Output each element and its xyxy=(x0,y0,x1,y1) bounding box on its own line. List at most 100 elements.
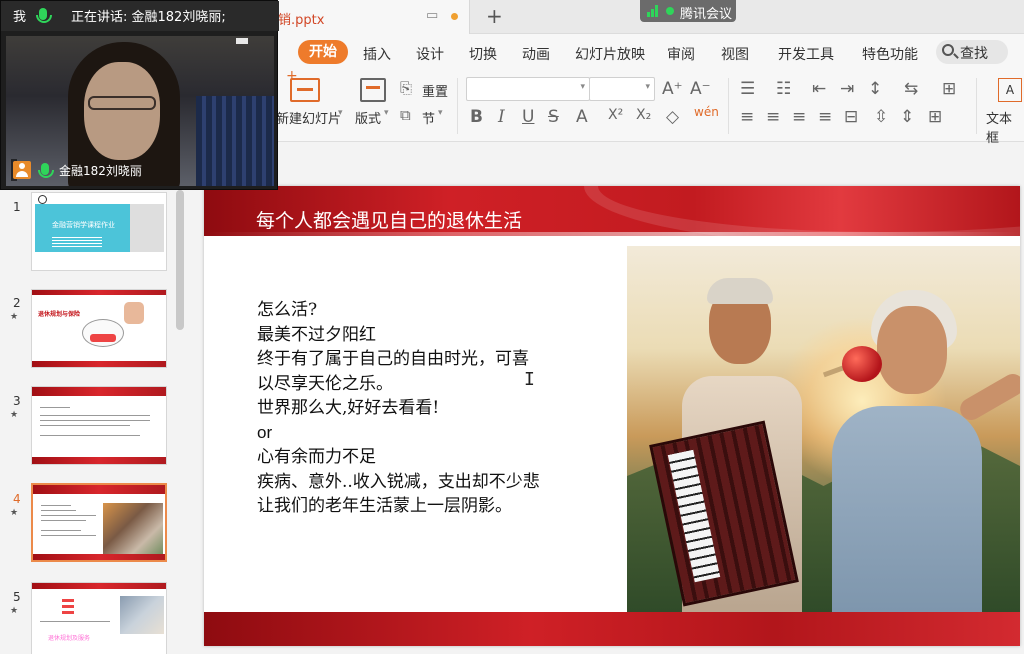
tab-review[interactable]: 审阅 xyxy=(667,44,695,64)
font-family-select[interactable]: ▾ xyxy=(466,77,590,101)
new-tab-button[interactable]: + xyxy=(486,4,503,28)
tab-home[interactable]: 开始 xyxy=(298,40,348,64)
thumb-text-line xyxy=(41,505,71,506)
subscript-icon[interactable]: X₂ xyxy=(636,107,651,123)
slide-title[interactable]: 每个人都会遇见自己的退休生活 xyxy=(256,206,522,233)
layout-button[interactable]: 版式 xyxy=(355,108,381,127)
bold-icon[interactable]: B xyxy=(470,107,483,127)
thumb-highlight xyxy=(62,599,74,602)
thumb-text-line xyxy=(40,415,150,416)
textbox-icon[interactable]: A xyxy=(998,78,1022,102)
thumb-hand-image xyxy=(124,302,144,324)
new-slide-button[interactable]: 新建幻灯片 xyxy=(276,108,341,127)
slide-thumbnail-4[interactable] xyxy=(31,483,167,562)
layout-dropdown-icon[interactable]: ▾ xyxy=(384,108,389,118)
thumb-text-line xyxy=(40,621,110,622)
align-left-icon[interactable]: ≡ xyxy=(740,107,754,127)
paragraph-spacing-icon[interactable]: ⇕ xyxy=(900,107,914,127)
participant-name: 金融182刘晓丽 xyxy=(59,164,142,178)
font-color-icon[interactable]: A xyxy=(576,107,588,127)
superscript-icon[interactable]: X² xyxy=(608,107,623,123)
strikethrough-icon[interactable]: S xyxy=(548,107,559,127)
thumbnail-scrollbar[interactable] xyxy=(176,190,184,330)
line-spacing-icon[interactable]: ↕ xyxy=(868,79,882,99)
columns-icon[interactable]: ⊞ xyxy=(928,107,942,127)
tab-slideshow[interactable]: 幻灯片放映 xyxy=(575,44,645,64)
italic-icon[interactable]: I xyxy=(498,107,505,127)
section-button[interactable]: 节 xyxy=(422,108,435,127)
layout-icon[interactable] xyxy=(360,78,386,102)
reset-button[interactable]: 重置 xyxy=(422,81,448,100)
tab-view[interactable]: 视图 xyxy=(721,44,749,64)
search-button[interactable]: 查找 xyxy=(936,40,1008,64)
slide-thumbnail-2[interactable]: 退休规划与保险 xyxy=(31,289,167,368)
tencent-meeting-badge[interactable]: 腾讯会议 xyxy=(640,0,736,22)
distribute-icon[interactable]: ⊟ xyxy=(844,107,858,127)
justify-icon[interactable]: ≡ xyxy=(818,107,832,127)
thumb-footer-bar xyxy=(33,554,165,560)
text-direction-icon[interactable]: ⇆ xyxy=(904,79,918,99)
numbered-list-icon[interactable]: ☷ xyxy=(776,79,791,99)
body-line: or xyxy=(257,422,273,442)
align-right-icon[interactable]: ≡ xyxy=(792,107,806,127)
video-call-overlay[interactable]: 我 正在讲话: 金融182刘晓丽; 金融182刘晓丽 xyxy=(0,0,279,190)
body-line: 终于有了属于自己的自由时光，可喜 xyxy=(257,349,529,369)
increase-font-icon[interactable]: A⁺ xyxy=(662,79,683,99)
search-label: 查找 xyxy=(960,46,988,62)
body-line: 世界那么大,好好去看看! xyxy=(257,398,440,418)
thumb-title: 金融营销学课程作业 xyxy=(52,221,115,229)
slide-canvas[interactable]: 每个人都会遇见自己的退休生活 怎么活? 最美不过夕阳红 终于有了属于自己的自由时… xyxy=(204,186,1020,646)
slide-thumbnail-5[interactable]: 退休规划及服务 xyxy=(31,582,167,654)
align-center-icon[interactable]: ≡ xyxy=(766,107,780,127)
thumb-footer-text: 退休规划及服务 xyxy=(48,635,91,642)
elderly-couple-photo[interactable] xyxy=(627,246,1020,612)
thumb-header-bar xyxy=(32,583,166,589)
slide-number: 4 xyxy=(13,492,21,506)
microphone-icon[interactable] xyxy=(36,8,52,23)
document-tab-title: 销.pptx xyxy=(278,13,325,28)
thumb-photo xyxy=(120,596,164,634)
decrease-font-icon[interactable]: A⁻ xyxy=(690,79,711,99)
clear-format-icon[interactable]: ◇ xyxy=(666,107,679,127)
body-line: 以尽享天伦之乐。 xyxy=(257,373,393,394)
tab-design[interactable]: 设计 xyxy=(416,44,444,64)
body-line: 怎么活? xyxy=(257,300,318,320)
decrease-indent-icon[interactable]: ⇤ xyxy=(812,79,826,99)
tab-insert[interactable]: 插入 xyxy=(363,44,391,64)
present-icon[interactable]: ▭ xyxy=(426,8,438,23)
animation-star-icon: ★ xyxy=(10,606,19,616)
slide-body-text[interactable]: 怎么活? 最美不过夕阳红 终于有了属于自己的自由时光，可喜 以尽享天伦之乐。 世… xyxy=(257,298,540,519)
new-slide-icon[interactable] xyxy=(286,68,320,102)
tab-special-features[interactable]: 特色功能 xyxy=(862,44,918,64)
slide-thumbnail-3[interactable] xyxy=(31,386,167,465)
convert-smartart-icon[interactable]: ⊞ xyxy=(942,79,956,99)
thumb-text-line xyxy=(41,515,96,516)
vertical-align-icon[interactable]: ⇳ xyxy=(874,107,888,127)
thumb-coins-image xyxy=(90,334,116,342)
signal-icon xyxy=(647,5,661,17)
textbox-button[interactable]: 文本框 xyxy=(986,108,1024,146)
slide-footer-bar xyxy=(204,612,1020,646)
section-dropdown-icon[interactable]: ▾ xyxy=(438,108,443,118)
status-dot-icon xyxy=(666,7,674,15)
increase-indent-icon[interactable]: ⇥ xyxy=(840,79,854,99)
thumb-text-line xyxy=(41,510,76,511)
font-size-select[interactable]: ▾ xyxy=(589,77,655,101)
thumb-header-bar xyxy=(33,485,165,494)
thumb-text-line xyxy=(40,425,130,426)
toolbar-divider xyxy=(457,78,458,134)
unsaved-dot-icon xyxy=(451,13,458,20)
animation-star-icon: ★ xyxy=(10,410,19,420)
document-tab[interactable]: 销.pptx ▭ xyxy=(270,0,470,34)
tab-transitions[interactable]: 切换 xyxy=(469,44,497,64)
phonetic-icon[interactable]: wén xyxy=(694,105,719,119)
section-icon: ⧉ xyxy=(400,106,411,124)
bullet-list-icon[interactable]: ☰ xyxy=(740,79,755,99)
maraca-image xyxy=(842,346,882,382)
thumb-highlight xyxy=(62,605,74,608)
tab-animations[interactable]: 动画 xyxy=(522,44,550,64)
slide-thumbnail-1[interactable]: 金融营销学课程作业 xyxy=(31,192,167,271)
tab-developer[interactable]: 开发工具 xyxy=(778,44,834,64)
underline-icon[interactable]: U xyxy=(522,107,534,127)
new-slide-dropdown-icon[interactable]: ▾ xyxy=(338,108,343,118)
